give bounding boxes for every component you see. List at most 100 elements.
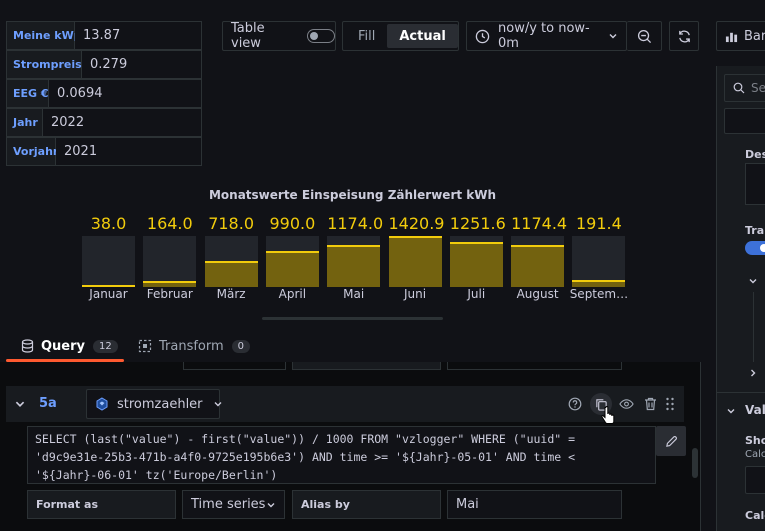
- description-label: Desc: [745, 148, 765, 161]
- transform-icon: [138, 339, 152, 353]
- actual-option[interactable]: Actual: [387, 24, 458, 48]
- toggle-editor-mode-button[interactable]: [656, 426, 686, 456]
- bar-background: [143, 236, 197, 287]
- toggle-switch[interactable]: [307, 29, 335, 43]
- search-icon: [733, 82, 745, 94]
- bar: [327, 245, 381, 287]
- help-icon[interactable]: [568, 397, 582, 411]
- table-view-toggle[interactable]: Table view: [222, 21, 336, 51]
- previous-label-fragment: [292, 362, 441, 370]
- format-as-value: Time series: [191, 497, 266, 512]
- query-ref-id[interactable]: 5a: [39, 396, 57, 411]
- bar-column: 1420.9 Juni: [388, 213, 445, 301]
- horizontal-scrollbar[interactable]: [262, 317, 443, 320]
- trash-icon[interactable]: [644, 397, 657, 411]
- bar-value-label: 191.4: [575, 214, 622, 233]
- transform-count-badge: 0: [231, 339, 251, 353]
- bar: [511, 245, 565, 287]
- refresh-icon: [677, 29, 692, 44]
- section-divider: [717, 392, 765, 393]
- bar-background: [82, 236, 135, 287]
- bar-category-label: Juli: [467, 287, 486, 301]
- query-textarea[interactable]: SELECT (last("value") - first("value")) …: [27, 426, 656, 484]
- bar-value-label: 164.0: [146, 214, 193, 233]
- bar: [449, 242, 503, 287]
- table-view-label: Table view: [231, 21, 265, 51]
- variable-input[interactable]: 0.0694: [49, 79, 202, 108]
- variable-vorjahr: Vorjahr 2021: [6, 137, 202, 166]
- clock-icon: [475, 29, 490, 44]
- variable-label: Jahr: [6, 108, 43, 137]
- alias-by-label: Alias by: [292, 490, 441, 519]
- previous-input-fragment: [447, 362, 622, 370]
- bar-category-label: April: [278, 287, 307, 301]
- influxdb-icon: [95, 397, 109, 411]
- chevron-down-icon: [266, 500, 276, 510]
- fill-option[interactable]: Fill: [346, 24, 387, 48]
- show-radio-group[interactable]: [745, 466, 765, 494]
- bar-category-label: März: [216, 287, 246, 301]
- chevron-down-icon: [213, 399, 223, 409]
- search-placeholder: Se: [751, 81, 765, 95]
- variable-input[interactable]: 0.279: [82, 50, 202, 79]
- value-options-heading[interactable]: Valu: [745, 403, 765, 417]
- pane-divider[interactable]: [700, 362, 701, 531]
- fill-actual-switch: Fill Actual: [342, 21, 459, 51]
- variable-input[interactable]: 2021: [56, 137, 202, 166]
- show-label: Show: [745, 434, 765, 447]
- datasource-name: stromzaehler: [117, 396, 203, 412]
- bar-category-label: August: [516, 287, 559, 301]
- bar-category-label: Februar: [146, 287, 193, 301]
- zoom-out-button[interactable]: [627, 21, 662, 51]
- bar-value-label: 718.0: [208, 214, 254, 233]
- datasource-picker[interactable]: stromzaehler: [86, 389, 223, 419]
- alias-by-input[interactable]: Mai: [447, 490, 622, 519]
- bar-background: [327, 236, 381, 287]
- bar-background: [449, 236, 503, 287]
- chevron-right-icon[interactable]: [748, 368, 758, 378]
- bar-category-label: Septem…: [569, 287, 629, 301]
- tab-query[interactable]: Query 12: [21, 336, 118, 356]
- bar-background: [572, 236, 626, 287]
- visualization-picker[interactable]: Bar: [716, 21, 765, 51]
- bar-column: 191.4 Septem…: [570, 213, 628, 301]
- chevron-down-icon[interactable]: [726, 406, 736, 416]
- bar-value-label: 990.0: [269, 214, 316, 233]
- time-range-picker[interactable]: now/y to now-0m: [466, 21, 627, 51]
- bar-value-label: 1174.4: [511, 214, 568, 233]
- tree-line: [753, 292, 754, 362]
- visualization-label: Bar: [744, 28, 765, 44]
- format-as-select[interactable]: Time series: [182, 490, 285, 519]
- variable-input[interactable]: 13.87: [75, 21, 202, 50]
- options-tab-switch[interactable]: [724, 108, 765, 134]
- description-textarea[interactable]: [745, 163, 765, 205]
- bar-background: [511, 236, 565, 287]
- vertical-scrollbar[interactable]: [692, 448, 698, 478]
- variable-strompreis: Strompreis € 0.279: [6, 50, 202, 79]
- bar-column: 1251.6 Juli: [449, 213, 506, 301]
- variable-label: Strompreis €: [6, 50, 93, 79]
- chevron-down-icon[interactable]: [14, 398, 26, 410]
- bar-category-label: Juni: [403, 287, 427, 301]
- bar-chart-icon: [725, 30, 738, 43]
- time-range-text: now/y to now-0m: [498, 21, 590, 51]
- chart-title: Monatswerte Einspeisung Zählerwert kWh: [208, 188, 497, 202]
- database-icon: [21, 339, 34, 353]
- drag-handle-icon[interactable]: [665, 397, 675, 411]
- bar-value-label: 1174.0: [327, 214, 384, 233]
- options-search-input[interactable]: Se: [724, 74, 765, 102]
- chevron-down-icon[interactable]: [748, 276, 758, 286]
- bar-value-label: 1420.9: [388, 214, 445, 233]
- bar-column: 38.0 Januar: [82, 213, 135, 301]
- variable-input[interactable]: 2022: [43, 108, 202, 137]
- bar-column: 1174.4 August: [511, 213, 568, 301]
- bar-value-label: 38.0: [90, 214, 127, 233]
- eye-icon[interactable]: [619, 397, 634, 411]
- query-count-badge: 12: [93, 339, 118, 353]
- calculation-label: Calc: [745, 509, 765, 522]
- tab-transform[interactable]: Transform 0: [138, 336, 251, 356]
- transparent-toggle[interactable]: [745, 241, 765, 255]
- bar-column: 1174.0 Mai: [327, 213, 384, 301]
- bar: [388, 236, 442, 287]
- refresh-button[interactable]: [669, 21, 699, 51]
